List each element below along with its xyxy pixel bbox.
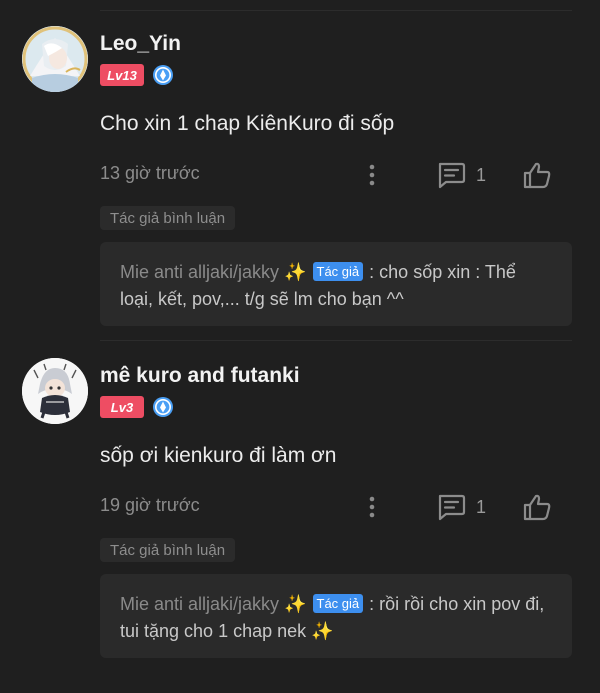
thumbs-up-icon bbox=[523, 162, 551, 189]
comment-icon bbox=[438, 162, 466, 189]
reply-count: 1 bbox=[476, 164, 487, 185]
comment-icon bbox=[438, 494, 466, 521]
user-badges: Lv13 bbox=[100, 64, 174, 86]
thumbs-up-icon bbox=[523, 494, 551, 521]
username[interactable]: Leo_Yin bbox=[100, 32, 181, 56]
level-badge: Lv3 bbox=[100, 396, 144, 418]
like-button[interactable] bbox=[520, 160, 554, 190]
author-reply[interactable]: Mie anti alljaki/jakky ✨ Tác giả : rồi r… bbox=[100, 574, 572, 658]
more-vertical-icon bbox=[369, 164, 375, 186]
avatar[interactable] bbox=[22, 358, 88, 424]
author-reply[interactable]: Mie anti alljaki/jakky ✨ Tác giả : cho s… bbox=[100, 242, 572, 326]
comment-divider bbox=[100, 340, 572, 341]
author-tag-badge: Tác giả bbox=[312, 594, 364, 613]
avatar[interactable] bbox=[22, 26, 88, 92]
author-tag-badge: Tác giả bbox=[312, 262, 364, 281]
reply-author[interactable]: Mie anti alljaki/jakky bbox=[120, 594, 279, 614]
sparkle-icon: ✨ bbox=[284, 262, 307, 282]
level-badge: Lv13 bbox=[100, 64, 144, 86]
timestamp: 13 giờ trước bbox=[100, 163, 200, 183]
reply-button[interactable]: 1 bbox=[436, 492, 486, 522]
top-divider bbox=[100, 10, 572, 11]
reply-author[interactable]: Mie anti alljaki/jakky bbox=[120, 262, 279, 282]
comment-actions: 19 giờ trước 1 bbox=[100, 492, 572, 522]
verified-badge-icon bbox=[153, 397, 173, 417]
reply-button[interactable]: 1 bbox=[436, 160, 486, 190]
comment-text: sốp ơi kienkuro đi làm ơn bbox=[100, 444, 337, 467]
comment-text: Cho xin 1 chap KiênKuro đi sốp bbox=[100, 112, 395, 135]
verified-badge-icon bbox=[153, 65, 173, 85]
reply-count: 1 bbox=[476, 496, 487, 517]
sparkle-icon: ✨ bbox=[284, 594, 307, 614]
like-button[interactable] bbox=[520, 492, 554, 522]
sparkle-icon: ✨ bbox=[311, 621, 334, 641]
more-vertical-icon bbox=[369, 496, 375, 518]
username[interactable]: mê kuro and futanki bbox=[100, 364, 300, 388]
timestamp: 19 giờ trước bbox=[100, 495, 200, 515]
comment-actions: 13 giờ trước 1 bbox=[100, 160, 572, 190]
author-replied-tag: Tác giả bình luận bbox=[100, 538, 236, 562]
more-button[interactable] bbox=[358, 492, 386, 522]
author-replied-tag: Tác giả bình luận bbox=[100, 206, 236, 230]
more-button[interactable] bbox=[358, 160, 386, 190]
user-badges: Lv3 bbox=[100, 396, 174, 418]
